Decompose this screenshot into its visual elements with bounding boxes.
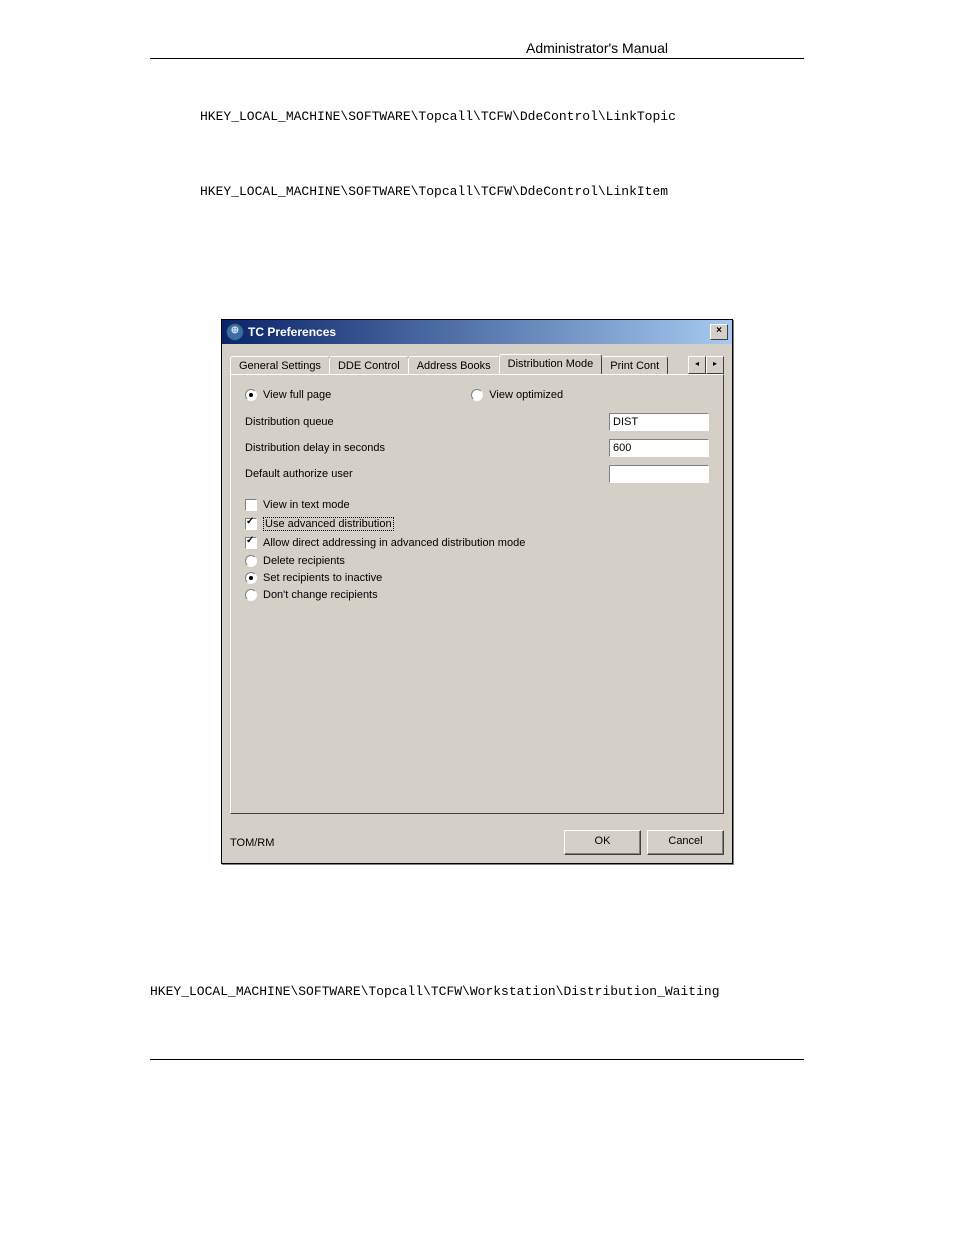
tab-general-settings[interactable]: General Settings (230, 356, 330, 375)
tab-scroll-left-icon[interactable]: ◂ (688, 356, 706, 374)
recipients-radio-group: Delete recipients Set recipients to inac… (245, 555, 709, 601)
distribution-queue-label: Distribution queue (245, 416, 609, 428)
app-icon: ⊕ (226, 323, 244, 341)
registry-key-distribution-waiting: HKEY_LOCAL_MACHINE\SOFTWARE\Topcall\TCFW… (150, 984, 804, 999)
set-inactive-label: Set recipients to inactive (263, 572, 382, 584)
checkbox-allow-direct-addressing[interactable] (245, 537, 257, 549)
close-button[interactable]: × (710, 324, 728, 340)
radio-view-optimized[interactable] (471, 389, 483, 401)
tab-strip: General Settings DDE Control Address Boo… (230, 352, 724, 374)
view-full-page-option[interactable]: View full page (245, 389, 331, 401)
view-text-mode-option[interactable]: View in text mode (245, 499, 709, 511)
tab-scroll-right-icon[interactable]: ▸ (706, 356, 724, 374)
view-mode-row: View full page View optimized (245, 389, 709, 401)
authorize-user-row: Default authorize user (245, 465, 709, 483)
registry-key-link-item: HKEY_LOCAL_MACHINE\SOFTWARE\Topcall\TCFW… (200, 184, 804, 199)
checkbox-use-advanced-distribution[interactable] (245, 518, 257, 530)
tab-address-books[interactable]: Address Books (408, 356, 500, 375)
distribution-queue-input[interactable] (609, 413, 709, 431)
dialog-titlebar: ⊕ TC Preferences × (222, 320, 732, 344)
use-advanced-distribution-option[interactable]: Use advanced distribution (245, 517, 709, 531)
checkbox-view-text-mode[interactable] (245, 499, 257, 511)
distribution-queue-row: Distribution queue (245, 413, 709, 431)
header-title: Administrator's Manual (526, 40, 668, 56)
allow-direct-addressing-label: Allow direct addressing in advanced dist… (263, 537, 525, 549)
delete-recipients-option[interactable]: Delete recipients (245, 555, 709, 567)
use-advanced-distribution-label: Use advanced distribution (263, 517, 394, 531)
dialog-button-bar: TOM/RM OK Cancel (222, 822, 732, 863)
preferences-dialog: ⊕ TC Preferences × General Settings DDE … (221, 319, 733, 864)
set-inactive-option[interactable]: Set recipients to inactive (245, 572, 709, 584)
distribution-delay-label: Distribution delay in seconds (245, 442, 609, 454)
cancel-button[interactable]: Cancel (647, 830, 724, 855)
registry-key-link-topic: HKEY_LOCAL_MACHINE\SOFTWARE\Topcall\TCFW… (200, 109, 804, 124)
radio-view-full-page[interactable] (245, 389, 257, 401)
radio-set-inactive[interactable] (245, 572, 257, 584)
tab-distribution-mode[interactable]: Distribution Mode (499, 354, 603, 374)
allow-direct-addressing-option[interactable]: Allow direct addressing in advanced dist… (245, 537, 709, 549)
delete-recipients-label: Delete recipients (263, 555, 345, 567)
tab-dde-control[interactable]: DDE Control (329, 356, 409, 375)
status-text: TOM/RM (230, 837, 558, 849)
distribution-delay-row: Distribution delay in seconds (245, 439, 709, 457)
page-header: Administrator's Manual (150, 40, 804, 59)
ok-button[interactable]: OK (564, 830, 641, 855)
tab-content: View full page View optimized Distributi… (230, 374, 724, 814)
radio-delete-recipients[interactable] (245, 555, 257, 567)
dialog-title: TC Preferences (248, 325, 710, 339)
view-text-mode-label: View in text mode (263, 499, 350, 511)
radio-dont-change[interactable] (245, 589, 257, 601)
page-footer-line (150, 1059, 804, 1060)
view-full-page-label: View full page (263, 389, 331, 401)
dialog-body: General Settings DDE Control Address Boo… (222, 344, 732, 822)
authorize-user-input[interactable] (609, 465, 709, 483)
dont-change-label: Don't change recipients (263, 589, 378, 601)
view-optimized-option[interactable]: View optimized (471, 389, 563, 401)
dont-change-option[interactable]: Don't change recipients (245, 589, 709, 601)
document-page: Administrator's Manual HKEY_LOCAL_MACHIN… (0, 0, 954, 1140)
distribution-delay-input[interactable] (609, 439, 709, 457)
view-optimized-label: View optimized (489, 389, 563, 401)
authorize-user-label: Default authorize user (245, 468, 609, 480)
tab-scroll: ◂ ▸ (688, 356, 724, 374)
tab-print-cont[interactable]: Print Cont (601, 356, 668, 375)
